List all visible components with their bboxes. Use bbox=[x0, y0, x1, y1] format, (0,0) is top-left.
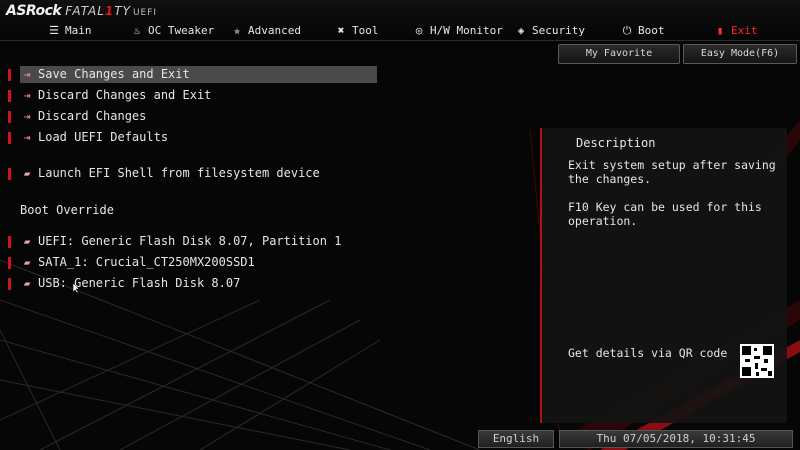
language-button[interactable]: English bbox=[478, 430, 554, 448]
description-panel: Description Exit system setup after savi… bbox=[540, 128, 787, 423]
tab-advanced[interactable]: ✯ Advanced bbox=[230, 22, 301, 40]
exit-arrow-icon: ⇥ bbox=[23, 89, 31, 102]
selection-marker bbox=[8, 90, 11, 102]
tab-main[interactable]: ☰ Main bbox=[47, 22, 91, 40]
description-text: Exit system setup after saving the chang… bbox=[568, 158, 776, 228]
selection-marker bbox=[8, 69, 11, 81]
flame-icon: ♨ bbox=[133, 24, 141, 37]
qr-code-icon bbox=[740, 344, 774, 378]
asrock-logo: ASRock FATAL1TY UEFI bbox=[6, 3, 158, 19]
tab-security[interactable]: ◈ Security bbox=[514, 22, 585, 40]
tab-exit[interactable]: ▮ Exit bbox=[713, 22, 758, 40]
tab-tool[interactable]: ✖ Tool bbox=[334, 22, 379, 40]
tab-hw-monitor[interactable]: ◎ H/W Monitor bbox=[412, 22, 503, 40]
selection-marker bbox=[8, 236, 11, 248]
menu-item-discard-changes[interactable]: ⇥ Discard Changes bbox=[8, 108, 146, 125]
tab-boot[interactable]: ⏻ Boot bbox=[620, 22, 665, 40]
folder-icon: ▰ bbox=[23, 235, 31, 248]
boot-item-uefi-flash[interactable]: ▰ UEFI: Generic Flash Disk 8.07, Partitio… bbox=[8, 233, 341, 250]
exit-arrow-icon: ⇥ bbox=[23, 131, 31, 144]
menu-item-launch-efi-shell[interactable]: ▰ Launch EFI Shell from filesystem device bbox=[8, 165, 320, 182]
tools-icon: ✖ bbox=[337, 24, 345, 37]
qr-label: Get details via QR code bbox=[568, 346, 728, 360]
selection-marker bbox=[8, 278, 11, 290]
boot-override-heading: Boot Override bbox=[20, 203, 114, 217]
tab-oc-tweaker[interactable]: ♨ OC Tweaker bbox=[130, 22, 215, 40]
monitor-icon: ◎ bbox=[415, 24, 423, 37]
datetime-display: Thu 07/05/2018, 10:31:45 bbox=[559, 430, 793, 448]
shield-icon: ◈ bbox=[517, 24, 525, 37]
folder-icon: ▰ bbox=[23, 167, 31, 180]
menu-item-discard-changes-and-exit[interactable]: ⇥ Discard Changes and Exit bbox=[8, 87, 211, 104]
list-icon: ☰ bbox=[49, 24, 59, 37]
selection-marker bbox=[8, 257, 11, 269]
tab-bar: ☰ Main ♨ OC Tweaker ✯ Advanced ✖ Tool ◎ H/W M… bbox=[0, 22, 800, 40]
folder-icon: ▰ bbox=[23, 277, 31, 290]
menu-item-load-uefi-defaults[interactable]: ⇥ Load UEFI Defaults bbox=[8, 129, 168, 146]
boot-item-sata1[interactable]: ▰ SATA_1: Crucial_CT250MX200SSD1 bbox=[8, 254, 255, 271]
boot-item-usb-flash[interactable]: ▰ USB: Generic Flash Disk 8.07 bbox=[8, 275, 240, 292]
menu-item-save-changes-and-exit[interactable]: ⇥ Save Changes and Exit bbox=[8, 66, 377, 83]
selection-marker bbox=[8, 168, 11, 180]
mouse-cursor-icon bbox=[73, 283, 80, 293]
easy-mode-button[interactable]: Easy Mode(F6) bbox=[683, 44, 797, 64]
selection-marker bbox=[8, 132, 11, 144]
exit-icon: ▮ bbox=[716, 24, 724, 37]
description-title: Description bbox=[576, 136, 656, 150]
star-icon: ✯ bbox=[233, 24, 241, 37]
top-bar: ASRock FATAL1TY UEFI ☰ Main ♨ OC Tweaker ✯ Ad… bbox=[0, 0, 800, 41]
my-favorite-button[interactable]: My Favorite bbox=[558, 44, 680, 64]
selection-marker bbox=[8, 111, 11, 123]
folder-icon: ▰ bbox=[23, 256, 31, 269]
power-icon: ⏻ bbox=[622, 24, 632, 37]
exit-arrow-icon: ⇥ bbox=[23, 68, 31, 81]
exit-arrow-icon: ⇥ bbox=[23, 110, 31, 123]
